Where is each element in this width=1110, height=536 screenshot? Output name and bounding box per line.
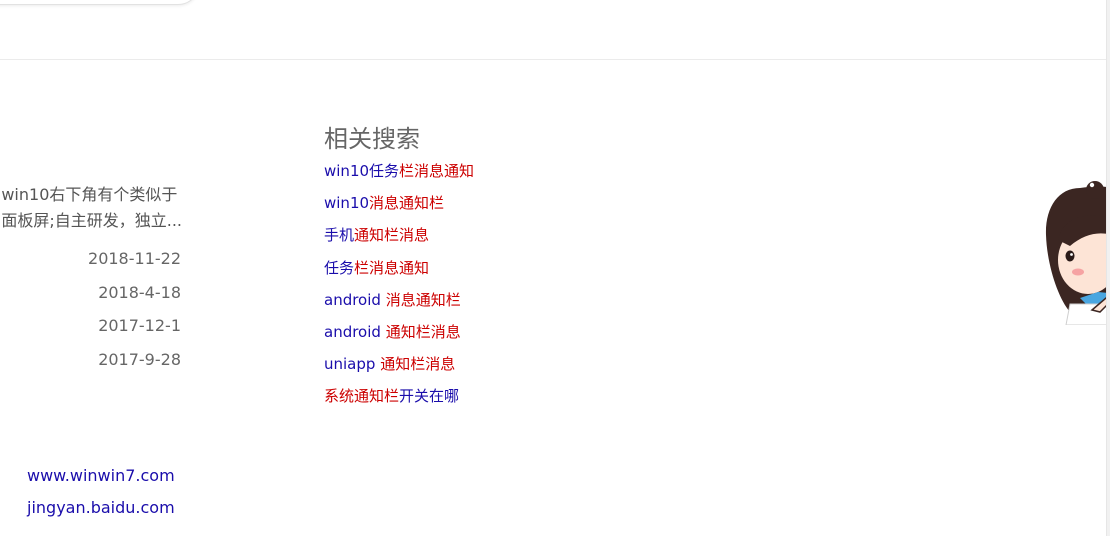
related-searches-title: 相关搜索: [324, 125, 420, 153]
result-domain-link[interactable]: www.winwin7.com: [27, 465, 175, 497]
result-date: 2018-4-18: [98, 282, 181, 302]
related-search-text: android: [324, 290, 386, 309]
related-search-text: 手机: [324, 226, 355, 245]
result-domain-link[interactable]: jingyan.baidu.com: [27, 497, 175, 529]
related-search-link[interactable]: win10任务栏消息通知: [324, 160, 474, 192]
related-search-text: win10任务: [324, 162, 400, 180]
result-date: 2018-11-22: [88, 249, 181, 268]
result-date: 2017-9-28: [98, 350, 181, 370]
related-search-link[interactable]: 任务栏消息通知: [324, 257, 474, 289]
related-search-highlight: 通知栏消息: [354, 226, 430, 245]
result-snippet: win10右下角有个类似于 面板屏;自主研发，独立...: [1, 182, 182, 234]
page: win10右下角有个类似于 面板屏;自主研发，独立... 2018-11-22 …: [0, 0, 1110, 536]
header-divider: [0, 59, 1110, 60]
related-search-text: 任务: [324, 258, 355, 277]
page-scrollbar[interactable]: [1106, 0, 1110, 536]
result-date: 2017-12-1: [98, 316, 181, 336]
related-search-highlight: 通知栏消息: [380, 355, 456, 374]
related-search-highlight: 栏消息通知: [354, 258, 430, 277]
related-search-highlight: 消息通知栏: [369, 194, 445, 213]
related-searches: 相关搜索 win10任务栏消息通知 win10消息通知栏 手机通知栏消息 任务栏…: [324, 124, 474, 418]
snippet-line: win10右下角有个类似于: [1, 185, 178, 204]
related-search-link[interactable]: android 消息通知栏: [324, 289, 474, 321]
related-search-link[interactable]: win10消息通知栏: [324, 192, 474, 224]
related-search-link[interactable]: 手机通知栏消息: [324, 224, 474, 256]
search-box[interactable]: [0, 0, 200, 5]
snippet-line: 面板屏;自主研发，独立...: [1, 211, 182, 230]
cartoon-girl-mascot-icon[interactable]: [1040, 180, 1110, 325]
related-search-link[interactable]: 系统通知栏开关在哪: [324, 385, 474, 417]
related-search-highlight: 栏消息通知: [399, 162, 475, 180]
related-search-highlight: 通知栏消息: [385, 322, 461, 341]
related-search-text: uniapp: [324, 355, 381, 374]
related-search-text: win10: [324, 194, 370, 213]
related-search-link[interactable]: android 通知栏消息: [324, 321, 474, 353]
result-domains: www.winwin7.com jingyan.baidu.com: [27, 465, 175, 529]
result-dates: 2018-11-22 2018-4-18 2017-12-1 2017-9-28: [88, 248, 181, 383]
related-search-highlight: 消息通知栏: [385, 290, 461, 309]
related-search-link[interactable]: uniapp 通知栏消息: [324, 353, 474, 385]
related-search-text: 开关在哪: [399, 387, 460, 406]
related-search-text: android: [324, 322, 386, 341]
related-search-highlight: 系统通知栏: [324, 387, 400, 406]
